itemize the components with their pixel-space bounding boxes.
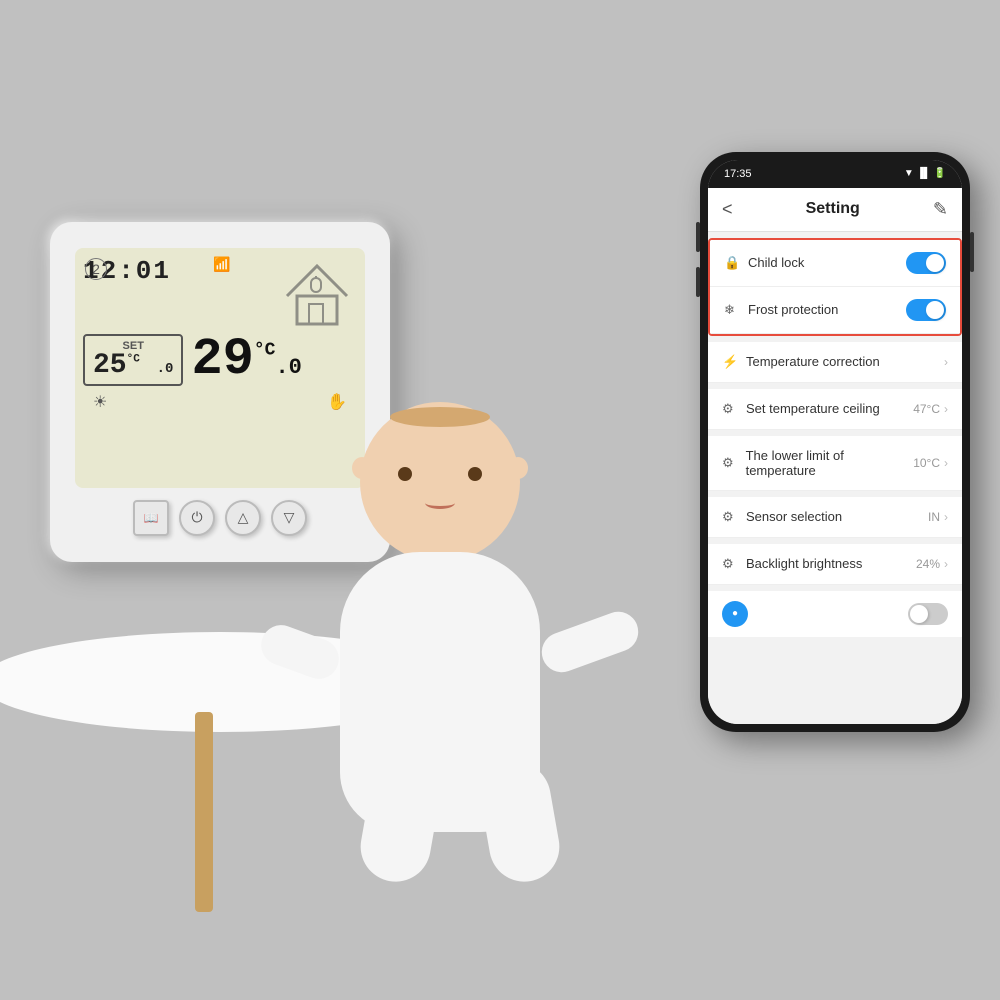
baby-arm-right bbox=[536, 606, 644, 678]
settings-section-3: ⚙ The lower limit of temperature 10°C › bbox=[708, 436, 962, 491]
chevron-icon-3: › bbox=[944, 456, 948, 470]
sensor-value: IN bbox=[928, 510, 940, 524]
sensor-label: Sensor selection bbox=[746, 509, 842, 524]
power-button[interactable]: ⏻ bbox=[179, 500, 215, 536]
lock-icon: 🔒 bbox=[724, 255, 740, 271]
temp-correction-icon: ⚡ bbox=[722, 354, 738, 370]
temp-lower-row[interactable]: ⚙ The lower limit of temperature 10°C › bbox=[708, 436, 962, 491]
settings-section-5: ⚙ Backlight brightness 24% › bbox=[708, 544, 962, 585]
house-icon bbox=[277, 256, 357, 326]
backlight-row[interactable]: ⚙ Backlight brightness 24% › bbox=[708, 544, 962, 585]
child-lock-row[interactable]: 🔒 Child lock bbox=[710, 240, 960, 287]
sensor-icon: ⚙ bbox=[722, 509, 738, 525]
baby-leg-right bbox=[475, 756, 565, 886]
status-time: 17:35 bbox=[724, 168, 752, 180]
chevron-icon-4: › bbox=[944, 510, 948, 524]
phone-side-button bbox=[970, 232, 974, 272]
settings-section: ⚡ Temperature correction › bbox=[708, 342, 962, 383]
chevron-icon-2: › bbox=[944, 402, 948, 416]
brightness-icon: ☀ bbox=[93, 392, 107, 412]
blue-circle-icon: ● bbox=[722, 601, 748, 627]
wifi-icon: 📶 bbox=[213, 256, 230, 273]
screen-number: 2 bbox=[85, 258, 107, 280]
baby-head bbox=[360, 402, 520, 562]
phone-vol-down bbox=[696, 267, 700, 297]
phone-device: 17:35 ▼ ▐▌ 🔋 < Setting ✎ 🔒 bbox=[700, 152, 990, 732]
temp-ceiling-label: Set temperature ceiling bbox=[746, 401, 880, 416]
temp-lower-label: The lower limit of temperature bbox=[746, 448, 914, 478]
frost-protection-row[interactable]: ❄ Frost protection bbox=[710, 287, 960, 334]
settings-section-4: ⚙ Sensor selection IN › bbox=[708, 497, 962, 538]
back-icon[interactable]: < bbox=[722, 199, 733, 220]
highlighted-section: 🔒 Child lock ❄ Frost protection bbox=[708, 238, 962, 336]
app-title: Setting bbox=[806, 200, 860, 218]
backlight-value: 24% bbox=[916, 557, 940, 571]
status-icons: ▼ ▐▌ 🔋 bbox=[904, 168, 946, 179]
frost-label: Frost protection bbox=[748, 302, 838, 317]
bottom-toggle[interactable] bbox=[908, 603, 948, 625]
app-header: < Setting ✎ bbox=[708, 188, 962, 232]
backlight-icon: ⚙ bbox=[722, 556, 738, 572]
temp-ceiling-value: 47°C bbox=[913, 402, 940, 416]
temp-lower-value: 10°C bbox=[913, 456, 940, 470]
chevron-icon-5: › bbox=[944, 557, 948, 571]
phone-screen: 17:35 ▼ ▐▌ 🔋 < Setting ✎ 🔒 bbox=[708, 160, 962, 724]
bottom-item: ● bbox=[708, 591, 962, 637]
frost-icon: ❄ bbox=[724, 302, 740, 318]
backlight-label: Backlight brightness bbox=[746, 556, 862, 571]
status-bar: 17:35 ▼ ▐▌ 🔋 bbox=[708, 160, 962, 188]
content-area: 2 12:01 📶 SET bbox=[0, 152, 1000, 932]
chevron-icon: › bbox=[944, 355, 948, 369]
temp-ceiling-icon: ⚙ bbox=[722, 401, 738, 417]
temp-lower-icon: ⚙ bbox=[722, 455, 738, 471]
baby-image bbox=[280, 352, 620, 902]
temp-correction-label: Temperature correction bbox=[746, 354, 880, 369]
child-lock-label: Child lock bbox=[748, 255, 804, 270]
child-lock-toggle[interactable] bbox=[906, 252, 946, 274]
up-button[interactable]: △ bbox=[225, 500, 261, 536]
phone-vol-up bbox=[696, 222, 700, 252]
set-temp: 25°C .0 bbox=[93, 352, 173, 380]
edit-icon[interactable]: ✎ bbox=[933, 199, 948, 220]
book-button[interactable]: 📖 bbox=[133, 500, 169, 536]
phone-shell: 17:35 ▼ ▐▌ 🔋 < Setting ✎ 🔒 bbox=[700, 152, 970, 732]
phone-content: 🔒 Child lock ❄ Frost protection bbox=[708, 232, 962, 724]
set-temp-box: SET 25°C .0 bbox=[83, 334, 183, 386]
sensor-row[interactable]: ⚙ Sensor selection IN › bbox=[708, 497, 962, 538]
temp-correction-row[interactable]: ⚡ Temperature correction › bbox=[708, 342, 962, 383]
settings-section-2: ⚙ Set temperature ceiling 47°C › bbox=[708, 389, 962, 430]
frost-toggle[interactable] bbox=[906, 299, 946, 321]
temp-ceiling-row[interactable]: ⚙ Set temperature ceiling 47°C › bbox=[708, 389, 962, 430]
table-leg bbox=[195, 712, 213, 912]
